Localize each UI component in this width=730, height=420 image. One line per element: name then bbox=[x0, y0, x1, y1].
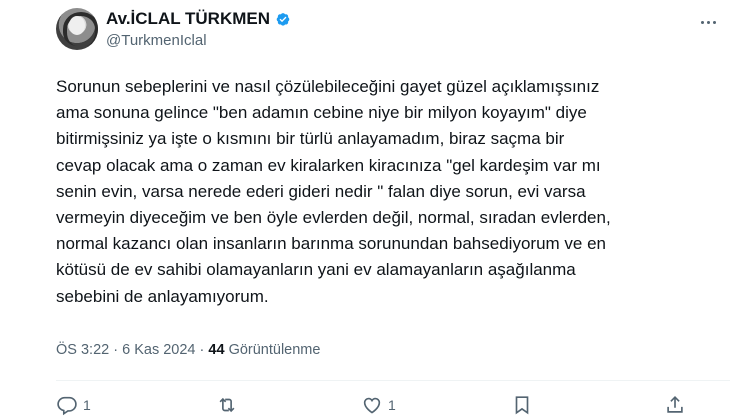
bookmark-button[interactable] bbox=[511, 394, 538, 416]
author-display-name-row[interactable]: Av.İCLAL TÜRKMEN bbox=[106, 8, 292, 30]
tweet-header: Av.İCLAL TÜRKMEN @TurkmenIclal bbox=[56, 8, 726, 56]
author-handle[interactable]: @TurkmenIclal bbox=[106, 31, 292, 51]
tweet-meta: ÖS 3:22 · 6 Kas 2024 · 44 Görüntülenme bbox=[56, 342, 320, 358]
reply-icon bbox=[57, 396, 77, 416]
reply-button[interactable]: 1 bbox=[56, 394, 91, 416]
like-icon bbox=[363, 397, 381, 414]
views-label: Görüntülenme bbox=[228, 342, 321, 358]
avatar[interactable] bbox=[56, 8, 98, 50]
share-icon bbox=[667, 396, 683, 413]
reply-count: 1 bbox=[83, 397, 91, 413]
share-button[interactable] bbox=[664, 394, 686, 416]
verified-badge-icon bbox=[276, 13, 290, 26]
author-info: Av.İCLAL TÜRKMEN @TurkmenIclal bbox=[106, 8, 292, 51]
meta-separator: · bbox=[199, 342, 205, 358]
meta-separator: · bbox=[113, 342, 119, 358]
author-display-name[interactable]: Av.İCLAL TÜRKMEN bbox=[106, 8, 270, 30]
tweet-text: Sorunun sebeplerini ve nasıl çözülebilec… bbox=[56, 77, 611, 306]
views-count: 44 bbox=[208, 342, 225, 358]
like-button[interactable]: 1 bbox=[361, 394, 396, 416]
tweet-date[interactable]: 6 Kas 2024 bbox=[122, 342, 195, 358]
action-bar: 1 1 bbox=[56, 394, 716, 420]
more-options-icon[interactable] bbox=[696, 12, 720, 32]
retweet-icon bbox=[219, 397, 235, 413]
like-count: 1 bbox=[388, 397, 396, 413]
retweet-button[interactable] bbox=[216, 394, 243, 416]
divider bbox=[56, 380, 730, 381]
bookmark-icon bbox=[515, 396, 529, 415]
tweet-time[interactable]: ÖS 3:22 bbox=[56, 342, 109, 358]
